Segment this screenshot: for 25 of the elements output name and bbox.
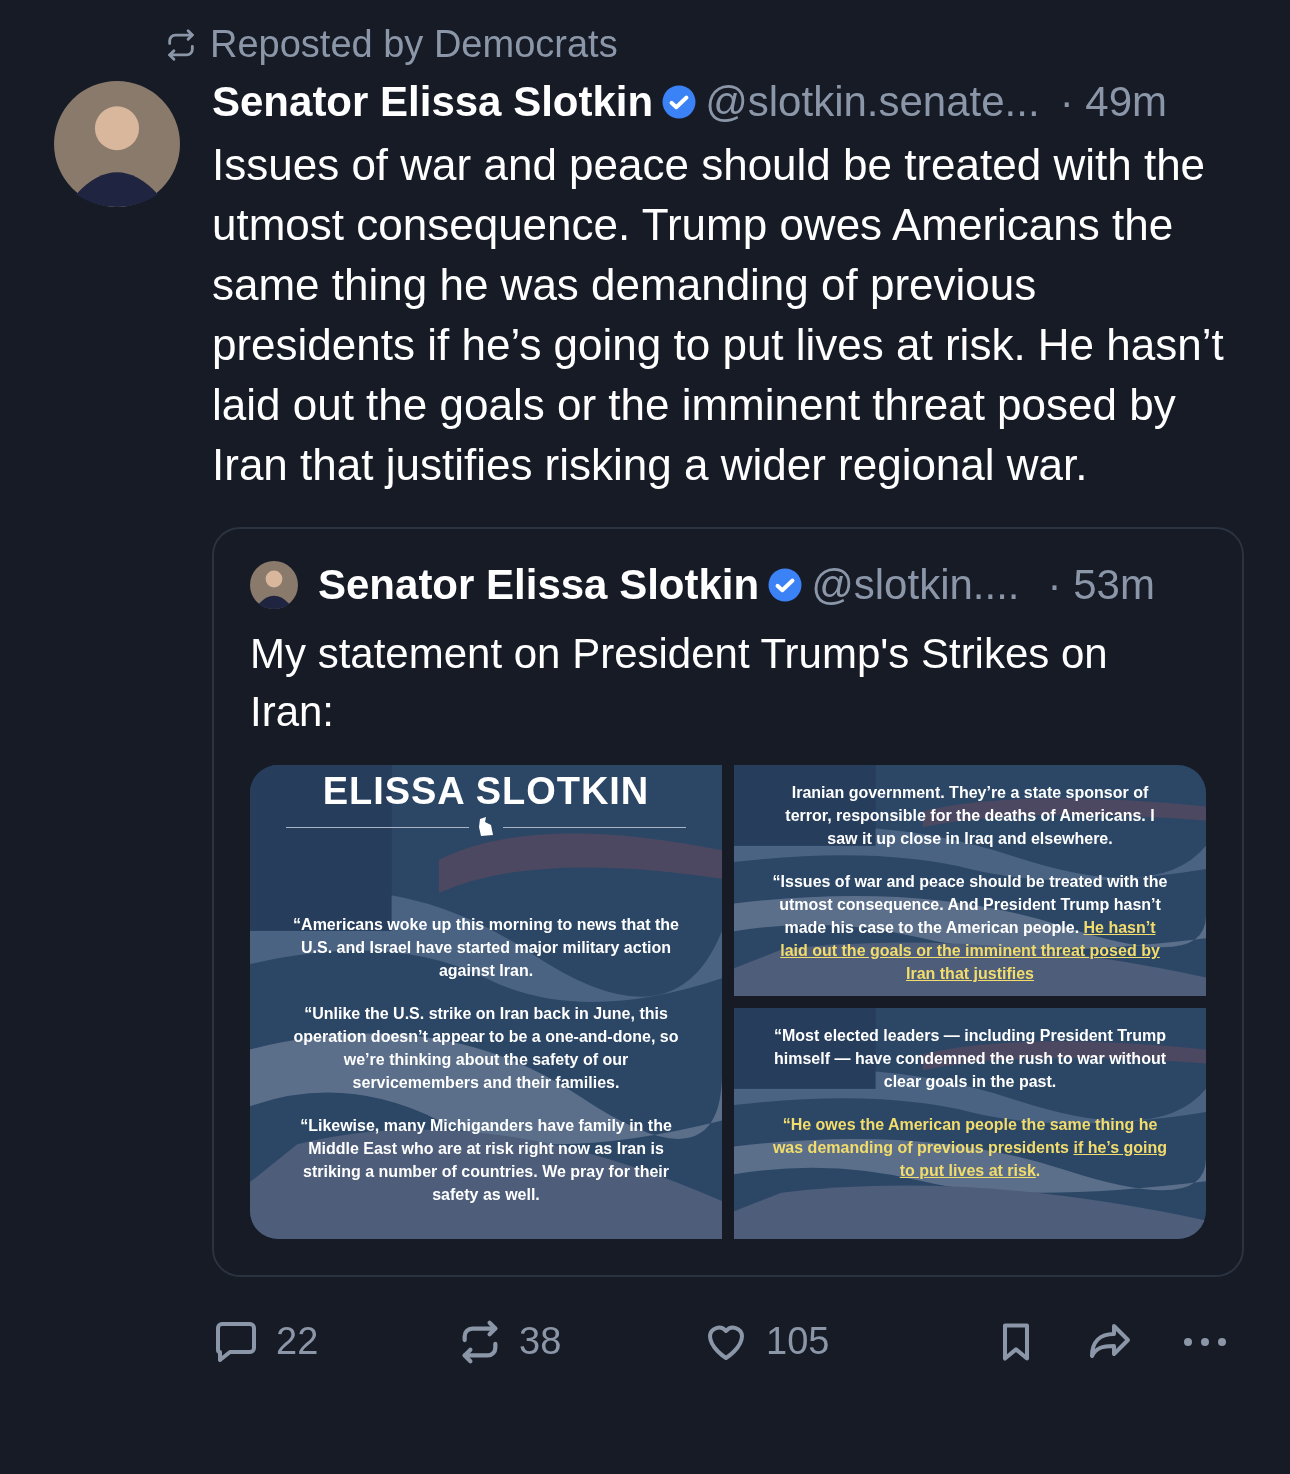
repost-count: 38 bbox=[519, 1319, 562, 1364]
author-name[interactable]: Senator Elissa Slotkin bbox=[212, 81, 654, 123]
statement-paragraph: “Unlike the U.S. strike on Iran back in June, this operation doesn’t appear to be a one-and-done, so we’re thinking about the safety of our servicemembers and their families. bbox=[292, 1004, 680, 1093]
statement-paragraph: “He owes the American people the same thing he was demanding of previous presidents if he’s going to put lives at risk. bbox=[771, 1115, 1169, 1181]
statement-paragraph: “Most elected leaders — including President Trump himself — have condemned the rush to war without clear goals in the past. bbox=[772, 1026, 1168, 1092]
avatar[interactable] bbox=[54, 81, 180, 207]
author-name[interactable]: Senator Elissa Slotkin bbox=[318, 564, 760, 606]
more-icon[interactable] bbox=[1182, 1335, 1228, 1348]
reply-count: 22 bbox=[276, 1319, 319, 1364]
state-outline-icon bbox=[477, 817, 495, 837]
timestamp: · 49m bbox=[1058, 81, 1167, 123]
statement-paragraph: “Americans woke up this morning to news that the U.S. and Israel have started major military action against Iran. bbox=[292, 915, 680, 981]
quoted-text: My statement on President Trump's Strikes on Iran: bbox=[250, 629, 1109, 737]
like-count: 105 bbox=[766, 1319, 830, 1364]
statement-paragraph: “Issues of war and peace should be treated with the utmost consequence. And President Trump hasn’t made his case to the American people. He hasn’t laid out the goals or the imminent threat posed by Iran that justifies bbox=[771, 872, 1169, 984]
avatar[interactable] bbox=[250, 561, 298, 609]
statement-heading: ELISSA SLOTKIN bbox=[322, 769, 650, 813]
post-text: Issues of war and peace should be treated with the utmost consequence. Trump owes Americans the same thing he was demanding of previous presidents if he’s going to put lives at risk. He hasn’t laid out the goals or the imminent threat posed by Iran that justifies risking a wider regional war. bbox=[212, 139, 1225, 491]
handle[interactable]: @slotkin.... bbox=[811, 564, 1020, 606]
statement-paragraph: “Likewise, many Michiganders have family in the Middle East who are at risk right now as Iran is striking a number of countries. We pray for their safety as well. bbox=[299, 1116, 673, 1205]
statement-paragraph: Iranian government. They’re a state sponsor of terror, responsible for the deaths of Americans. I saw it up close in Iraq and elsewhere. bbox=[784, 783, 1156, 849]
timestamp: · 53m bbox=[1046, 564, 1155, 606]
repost-label[interactable]: Reposted by Democrats bbox=[210, 16, 618, 73]
handle[interactable]: @slotkin.senate... bbox=[705, 81, 1040, 123]
quoted-post[interactable] bbox=[212, 527, 1244, 1277]
